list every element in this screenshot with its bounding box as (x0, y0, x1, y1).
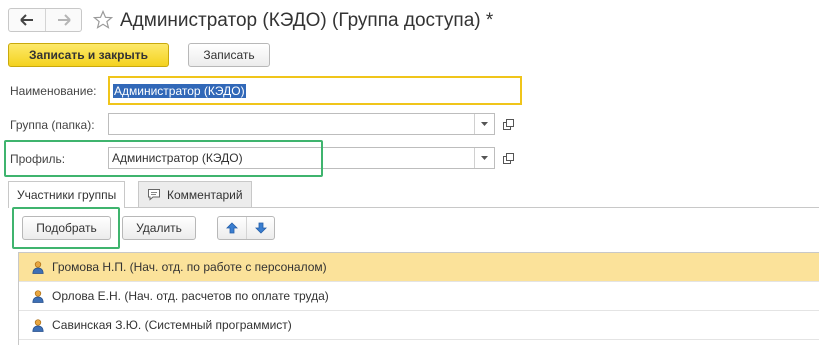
chevron-down-icon (481, 121, 488, 126)
tab-comment-label: Комментарий (167, 187, 243, 202)
profile-open-button[interactable] (498, 147, 518, 169)
tab-group-members[interactable]: Участники группы (8, 181, 126, 208)
save-and-close-button[interactable]: Записать и закрыть (8, 43, 169, 67)
tab-comment[interactable]: Комментарий (138, 181, 252, 207)
open-window-icon (502, 118, 514, 130)
forward-button[interactable] (45, 9, 81, 31)
table-row[interactable]: Орлова Е.Н. (Нач. отд. расчетов по оплат… (19, 282, 819, 311)
arrow-down-icon (254, 222, 267, 234)
user-icon (31, 260, 45, 274)
arrow-left-icon (20, 14, 33, 26)
member-name: Орлова Е.Н. (Нач. отд. расчетов по оплат… (52, 289, 329, 303)
favorite-star-icon[interactable] (92, 8, 114, 32)
back-button[interactable] (9, 9, 45, 31)
open-window-icon (502, 152, 514, 164)
group-open-button[interactable] (498, 113, 518, 135)
profile-dropdown-button[interactable] (474, 148, 494, 168)
table-row[interactable]: Савинская З.Ю. (Системный программист) (19, 311, 819, 340)
pick-highlight-frame (12, 207, 120, 249)
user-icon (31, 318, 45, 332)
member-name: Савинская З.Ю. (Системный программист) (52, 318, 292, 332)
name-label: Наименование: (10, 84, 97, 98)
arrow-right-icon (57, 14, 71, 26)
group-dropdown-button[interactable] (474, 114, 494, 134)
page-title: Администратор (КЭДО) (Группа доступа) * (120, 10, 494, 31)
delete-button[interactable]: Удалить (122, 216, 196, 240)
name-value: Администратор (КЭДО) (113, 84, 246, 98)
tab-divider (8, 207, 819, 208)
save-button[interactable]: Записать (188, 43, 270, 67)
chevron-down-icon (481, 155, 488, 160)
move-down-button[interactable] (246, 217, 274, 239)
profile-highlight-frame (4, 140, 323, 177)
arrow-up-icon (226, 222, 238, 234)
member-name: Громова Н.П. (Нач. отд. по работе с перс… (52, 260, 327, 274)
tab-group-members-label: Участники группы (17, 188, 117, 202)
name-field[interactable]: Администратор (КЭДО) (108, 76, 522, 105)
move-up-button[interactable] (218, 217, 246, 239)
user-icon (31, 289, 45, 303)
group-label: Группа (папка): (10, 118, 95, 132)
table-row[interactable]: Громова Н.П. (Нач. отд. по работе с перс… (19, 253, 819, 282)
members-table: Громова Н.П. (Нач. отд. по работе с перс… (18, 252, 819, 345)
navigation-buttons (8, 8, 82, 32)
group-field[interactable] (108, 113, 495, 135)
comment-icon (147, 188, 161, 201)
move-buttons (217, 216, 275, 240)
